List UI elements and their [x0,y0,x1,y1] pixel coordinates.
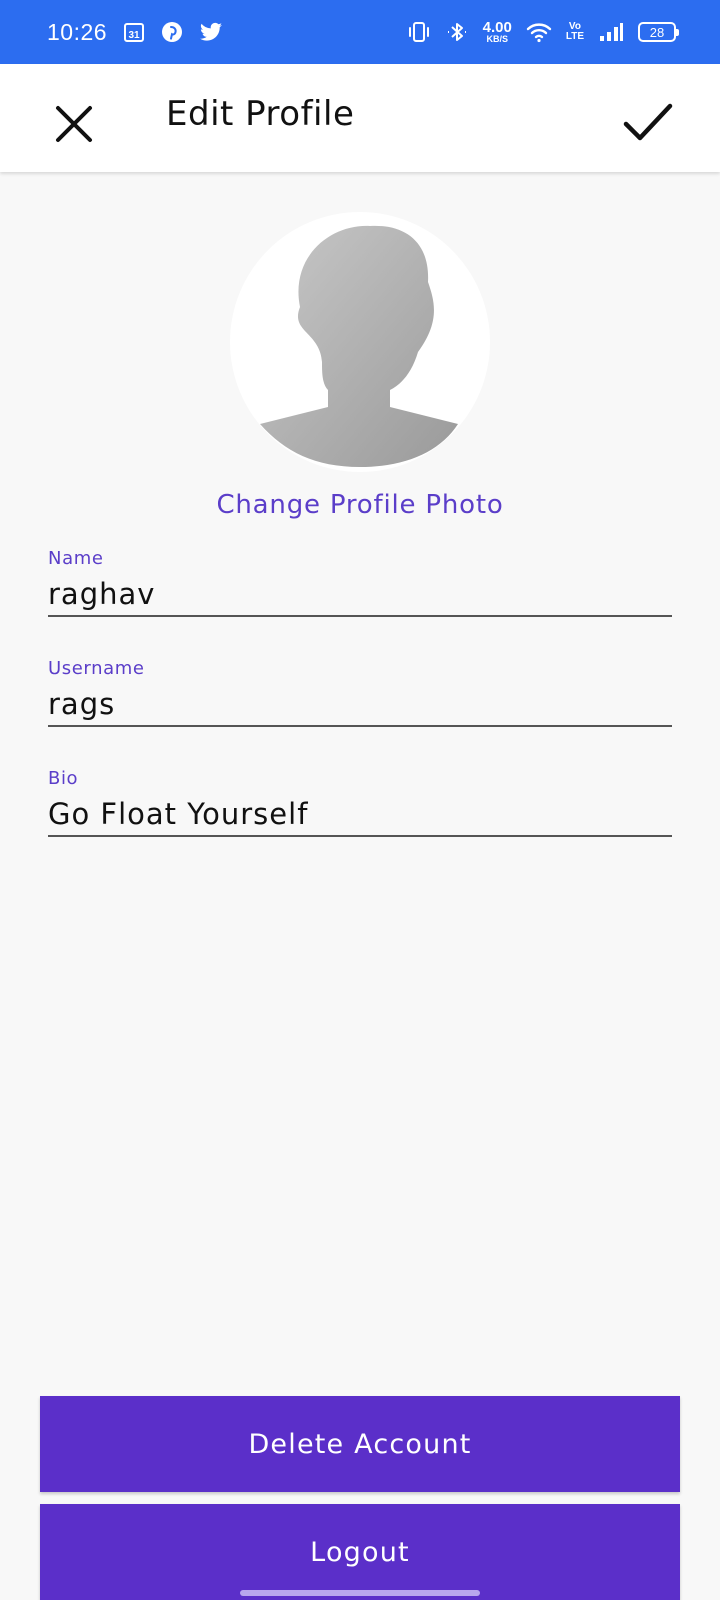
network-speed-value: 4.00 [482,19,512,36]
username-label: Username [48,658,145,679]
save-button[interactable] [622,100,674,148]
name-field[interactable] [48,573,672,617]
profile-avatar[interactable] [230,212,490,472]
status-bar: 10:26 31 4.00 KB/S Vo LTE 28 [0,0,720,64]
twitter-icon [199,21,223,43]
vibrate-icon [407,21,431,43]
bio-label: Bio [48,768,79,789]
network-speed-unit: KB/S [486,34,508,44]
delete-account-button[interactable]: Delete Account [40,1396,680,1492]
name-label: Name [48,548,104,569]
network-speed: 4.00 KB/S [483,20,512,44]
close-button[interactable] [50,100,98,148]
battery-icon: 28 [638,22,679,42]
change-profile-photo-link[interactable]: Change Profile Photo [0,490,720,520]
bio-field-group: Bio [48,768,672,837]
username-field-group: Username [48,658,672,727]
name-field-group: Name [48,548,672,617]
volte-bottom: LTE [565,31,584,42]
close-icon [56,106,92,142]
pinterest-icon [161,21,183,43]
logout-button[interactable]: Logout [40,1504,680,1600]
default-avatar-icon [260,225,458,467]
page-title: Edit Profile [166,94,355,134]
wifi-icon [526,21,552,43]
calendar-day: 31 [129,30,141,41]
signal-icon [598,21,624,43]
app-bar: Edit Profile [0,64,720,172]
status-right: 4.00 KB/S Vo LTE 28 [407,20,679,44]
check-icon [623,103,673,141]
status-time: 10:26 [47,18,108,45]
calendar-icon: 31 [123,21,145,43]
status-left: 10:26 31 [47,19,223,46]
username-field[interactable] [48,683,672,727]
bluetooth-icon [445,21,469,43]
home-indicator[interactable] [240,1590,480,1596]
bio-field[interactable] [48,793,672,837]
battery-level: 28 [649,24,665,40]
volte-indicator: Vo LTE [566,22,584,42]
